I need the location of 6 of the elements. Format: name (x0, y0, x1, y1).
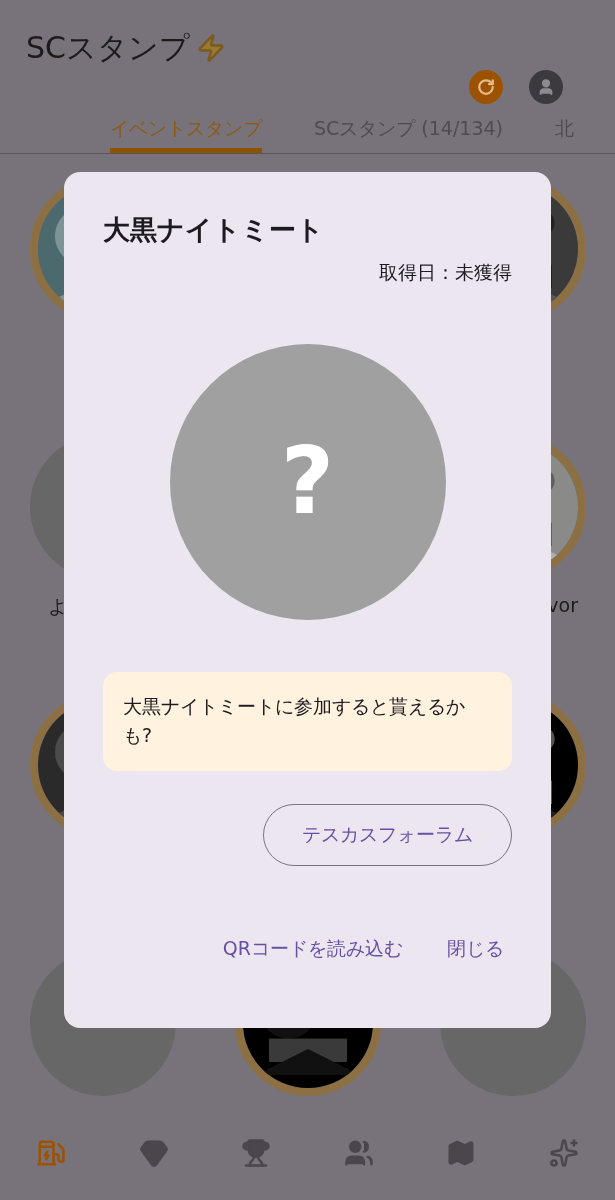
stamp-label: よ (47, 594, 67, 619)
app-title: SCスタンプ (26, 28, 190, 67)
hint-message: 大黒ナイトミートに参加すると貰えるかも? (103, 672, 512, 771)
acquired-date: 取得日：未獲得 (379, 260, 512, 285)
dialog-title: 大黒ナイトミート (103, 213, 325, 247)
question-mark: ? (280, 436, 335, 528)
